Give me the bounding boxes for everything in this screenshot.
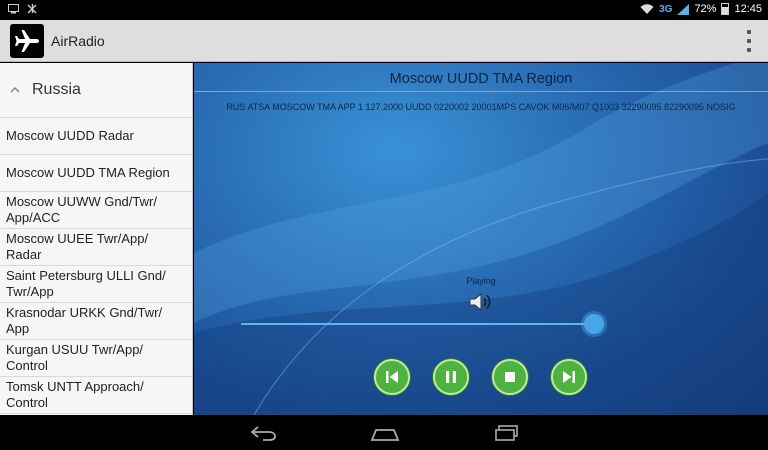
list-item[interactable]: Moscow UUWW Gnd/Twr/ App/ACC bbox=[0, 192, 192, 229]
seek-thumb[interactable] bbox=[583, 314, 604, 334]
group-label: Russia bbox=[32, 81, 81, 98]
playback-controls bbox=[194, 359, 768, 395]
station-list: Russia Moscow UUDD Radar Moscow UUDD TMA… bbox=[0, 63, 193, 415]
battery-percent: 72% bbox=[694, 3, 717, 15]
player-panel: Moscow UUDD TMA Region RUS ATSA MOSCOW T… bbox=[194, 63, 768, 415]
battery-icon bbox=[721, 3, 730, 15]
list-item-label: Moscow UUEE Twr/App/ Radar bbox=[6, 231, 149, 262]
action-bar: AirRadio bbox=[0, 20, 768, 62]
signal-icon bbox=[677, 3, 690, 15]
seek-bar[interactable] bbox=[241, 323, 594, 325]
chevron-up-icon bbox=[10, 86, 20, 93]
status-bar: 3G 72% 12:45 bbox=[0, 0, 768, 20]
navigation-bar bbox=[0, 415, 768, 450]
wifi-icon bbox=[640, 3, 654, 14]
volume-icon[interactable] bbox=[467, 291, 493, 313]
recent-apps-icon[interactable] bbox=[492, 422, 522, 444]
list-item-label: Krasnodar URKK Gnd/Twr/ App bbox=[6, 305, 163, 336]
list-item-label: Tomsk UNTT Approach/ Control bbox=[6, 379, 144, 410]
skip-next-icon[interactable] bbox=[551, 359, 587, 395]
list-item[interactable]: Saint Petersburg ULLI Gnd/ Twr/App bbox=[0, 266, 192, 303]
airplane-mode-icon bbox=[27, 4, 37, 14]
network-type: 3G bbox=[659, 3, 673, 15]
skip-previous-icon[interactable] bbox=[374, 359, 410, 395]
app-title: AirRadio bbox=[51, 33, 105, 49]
metar-text: RUS ATSA MOSCOW TMA APP 1 127.2000 UUDD … bbox=[226, 102, 736, 112]
playback-status: Playing bbox=[466, 276, 496, 286]
pause-icon[interactable] bbox=[433, 359, 469, 395]
list-item-label: Moscow UUDD TMA Region bbox=[6, 165, 170, 180]
list-item[interactable]: Tomsk UNTT Approach/ Control bbox=[0, 377, 192, 414]
list-item[interactable]: Moscow UUDD Radar bbox=[0, 118, 192, 155]
list-item-label: Moscow UUWW Gnd/Twr/ App/ACC bbox=[6, 194, 157, 225]
list-item[interactable]: Moscow UUEE Twr/App/ Radar bbox=[0, 229, 192, 266]
list-item-label: Kurgan USUU Twr/App/ Control bbox=[6, 342, 144, 373]
airplane-icon[interactable] bbox=[10, 24, 44, 58]
home-icon[interactable] bbox=[370, 422, 400, 444]
list-item[interactable]: Kurgan USUU Twr/App/ Control bbox=[0, 340, 192, 377]
overflow-menu-icon[interactable] bbox=[744, 30, 754, 52]
station-title: Moscow UUDD TMA Region bbox=[194, 68, 768, 92]
list-item[interactable]: Moscow UUDD TMA Region bbox=[0, 155, 192, 192]
list-item[interactable]: Krasnodar URKK Gnd/Twr/ App bbox=[0, 303, 192, 340]
back-icon[interactable] bbox=[248, 422, 278, 444]
screenshot-icon bbox=[8, 3, 19, 13]
group-header-russia[interactable]: Russia bbox=[0, 63, 192, 118]
stop-icon[interactable] bbox=[492, 359, 528, 395]
clock: 12:45 bbox=[734, 3, 762, 15]
list-item-label: Saint Petersburg ULLI Gnd/ Twr/App bbox=[6, 268, 166, 299]
list-item-label: Moscow UUDD Radar bbox=[6, 128, 134, 143]
